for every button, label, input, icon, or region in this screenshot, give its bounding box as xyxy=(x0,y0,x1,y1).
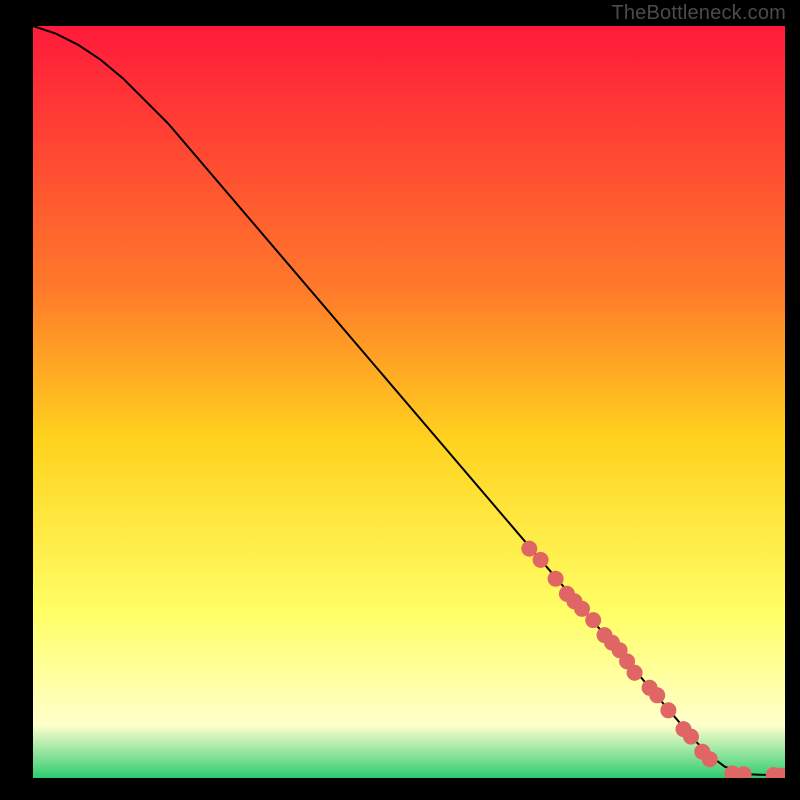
data-marker xyxy=(702,751,718,767)
chart-plot-area xyxy=(33,26,785,778)
gradient-background xyxy=(33,26,785,778)
data-marker xyxy=(548,571,564,587)
data-marker xyxy=(585,612,601,628)
chart-frame: TheBottleneck.com xyxy=(0,0,800,800)
data-marker xyxy=(533,552,549,568)
watermark-text: TheBottleneck.com xyxy=(611,2,786,25)
data-marker xyxy=(521,541,537,557)
data-marker xyxy=(627,665,643,681)
data-marker xyxy=(649,687,665,703)
chart-svg xyxy=(33,26,785,778)
data-marker xyxy=(660,702,676,718)
data-marker xyxy=(683,729,699,745)
